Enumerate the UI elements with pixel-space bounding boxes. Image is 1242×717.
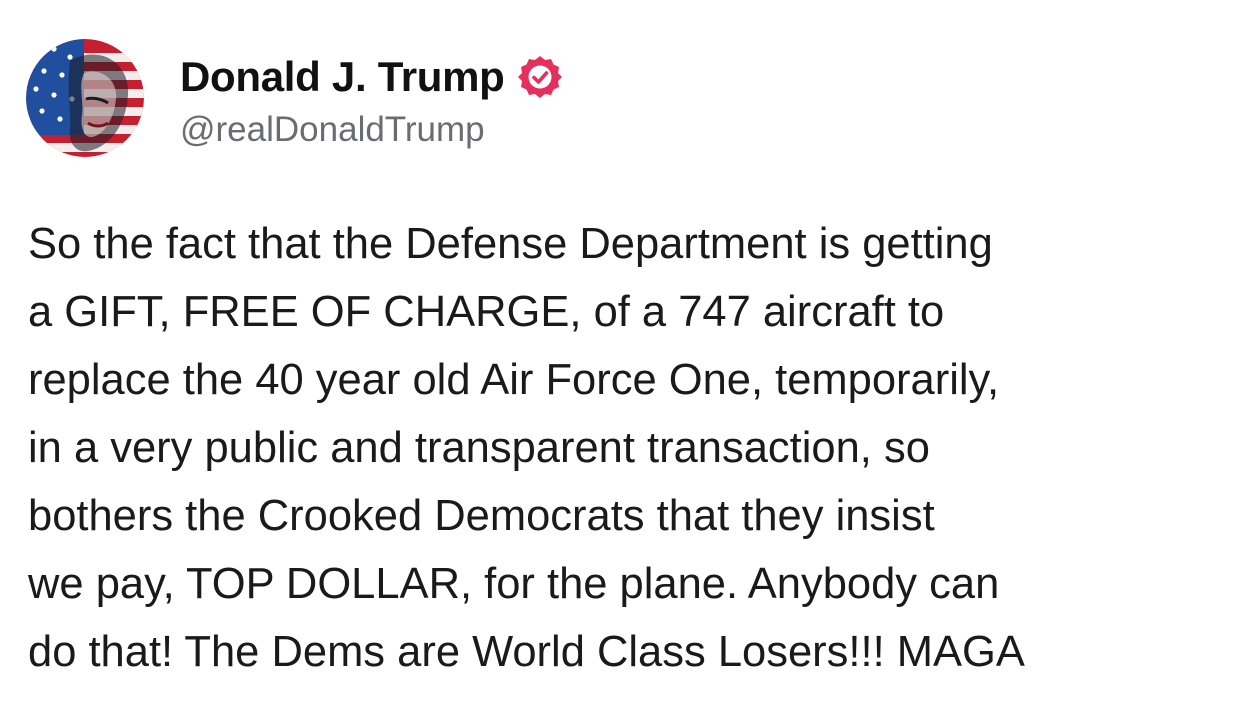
flag-portrait-avatar-icon bbox=[26, 39, 144, 157]
author-handle[interactable]: @realDonaldTrump bbox=[180, 110, 563, 150]
post-text-line: in a very public and transparent transac… bbox=[28, 424, 930, 472]
post-body-text: So the fact that the Defense Department … bbox=[28, 210, 1228, 686]
post-text-line: do that! The Dems are World Class Losers… bbox=[28, 628, 1025, 676]
post-text-line: bothers the Crooked Democrats that they … bbox=[28, 492, 935, 540]
verified-badge-icon bbox=[517, 54, 563, 100]
post-card: Donald J. Trump @realDonaldTrump So the … bbox=[0, 0, 1242, 717]
post-text-line: So the fact that the Defense Department … bbox=[28, 220, 993, 268]
author-display-name[interactable]: Donald J. Trump bbox=[180, 53, 505, 101]
post-text-line: we pay, TOP DOLLAR, for the plane. Anybo… bbox=[28, 560, 1000, 608]
avatar[interactable] bbox=[26, 39, 144, 157]
post-text-line: a GIFT, FREE OF CHARGE, of a 747 aircraf… bbox=[28, 288, 945, 336]
post-header: Donald J. Trump @realDonaldTrump bbox=[26, 38, 563, 158]
post-text-line: replace the 40 year old Air Force One, t… bbox=[28, 356, 1000, 404]
author-identity: Donald J. Trump @realDonaldTrump bbox=[180, 46, 563, 150]
name-row: Donald J. Trump bbox=[180, 46, 563, 108]
